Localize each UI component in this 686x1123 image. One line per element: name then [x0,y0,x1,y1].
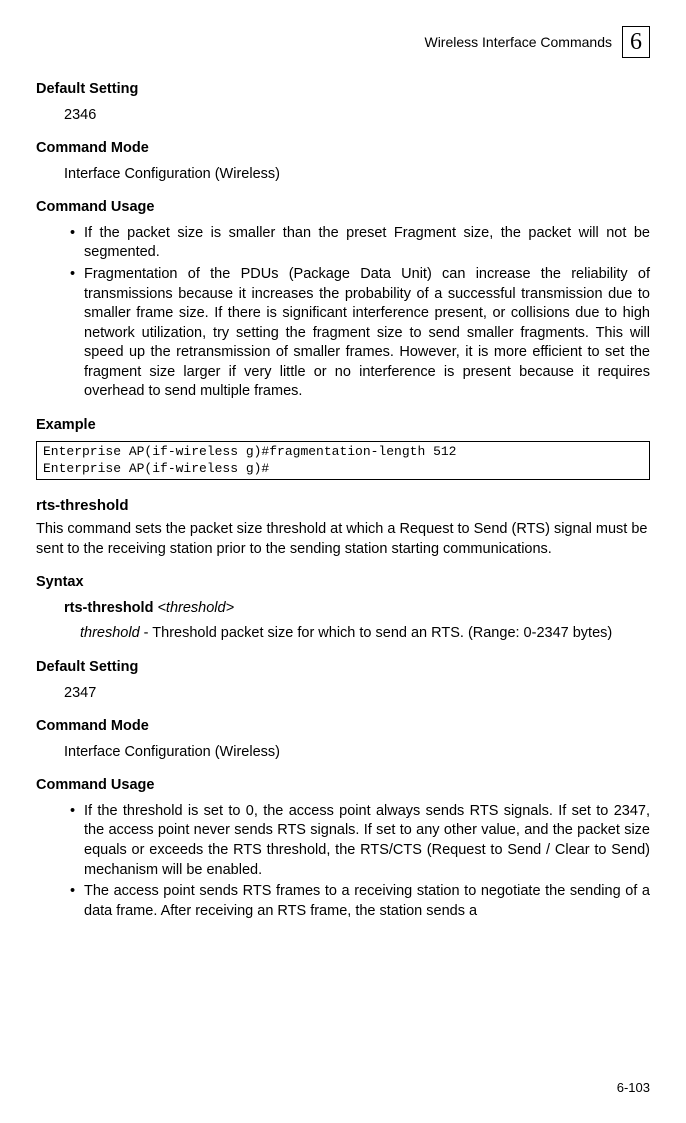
value-command-mode-1: Interface Configuration (Wireless) [64,165,650,185]
bullet-item: The access point sends RTS frames to a r… [70,882,650,921]
heading-command-usage-2: Command Usage [36,776,650,796]
heading-command-usage-1: Command Usage [36,198,650,218]
syntax-line: rts-threshold <threshold> [64,599,650,619]
heading-example: Example [36,416,650,436]
code-example: Enterprise AP(if-wireless g)#fragmentati… [36,441,650,480]
page: Wireless Interface Commands 6 Default Se… [0,0,686,921]
heading-command-mode-1: Command Mode [36,139,650,159]
param-name: threshold [80,625,140,641]
bullets-command-usage-2: If the threshold is set to 0, the access… [70,802,650,921]
heading-command-mode-2: Command Mode [36,717,650,737]
syntax-arg: <threshold> [157,600,234,616]
page-header: Wireless Interface Commands 6 [36,26,650,58]
header-title: Wireless Interface Commands [424,33,612,52]
value-default-setting-1: 2346 [64,106,650,126]
bullet-item: If the packet size is smaller than the p… [70,224,650,263]
heading-syntax: Syntax [36,573,650,593]
syntax-param: threshold - Threshold packet size for wh… [80,624,650,644]
bullet-item: If the threshold is set to 0, the access… [70,802,650,880]
heading-default-setting-1: Default Setting [36,80,650,100]
param-desc: - Threshold packet size for which to sen… [140,625,613,641]
value-command-mode-2: Interface Configuration (Wireless) [64,743,650,763]
bullet-item: Fragmentation of the PDUs (Package Data … [70,265,650,402]
bullets-command-usage-1: If the packet size is smaller than the p… [70,224,650,402]
heading-default-setting-2: Default Setting [36,658,650,678]
chapter-badge: 6 [622,26,650,58]
syntax-command: rts-threshold [64,600,153,616]
section-title-rts: rts-threshold [36,496,650,516]
page-footer: 6-103 [617,1079,650,1097]
value-default-setting-2: 2347 [64,684,650,704]
section-description-rts: This command sets the packet size thresh… [36,520,650,559]
